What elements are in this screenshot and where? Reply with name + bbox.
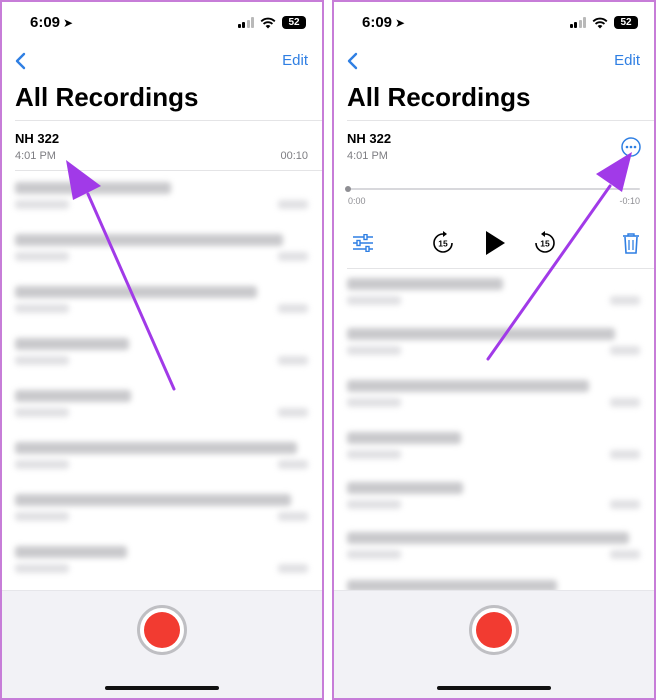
record-toolbar bbox=[2, 590, 322, 698]
status-time: 6:09 ➤ bbox=[30, 14, 73, 31]
sliders-icon[interactable] bbox=[350, 228, 376, 258]
divider bbox=[347, 120, 654, 121]
wifi-icon bbox=[260, 17, 276, 28]
recording-time: 4:01 PM bbox=[15, 150, 56, 162]
page-title: All Recordings bbox=[347, 82, 531, 112]
recording-name: NH 322 bbox=[15, 131, 60, 146]
playback-scrubber[interactable] bbox=[345, 186, 640, 192]
location-arrow-icon: ➤ bbox=[395, 16, 406, 30]
clock-text: 6:09 bbox=[362, 14, 393, 31]
nav-bar: Edit bbox=[2, 48, 322, 76]
chevron-left-icon[interactable] bbox=[12, 50, 32, 72]
recording-item-expanded[interactable]: NH 322 4:01 PM bbox=[334, 131, 654, 171]
recording-duration: 00:10 bbox=[280, 150, 308, 162]
blurred-recording-row[interactable] bbox=[347, 528, 640, 572]
remaining-time: -0:10 bbox=[619, 196, 640, 206]
blurred-recording-row[interactable] bbox=[347, 376, 640, 420]
right-screenshot: 6:09 ➤ 52 Edit All Recordings NH 322 4:01… bbox=[332, 0, 656, 700]
status-time: 6:09 ➤ bbox=[362, 14, 405, 31]
divider bbox=[347, 268, 654, 269]
location-arrow-icon: ➤ bbox=[63, 16, 74, 30]
elapsed-time: 0:00 bbox=[348, 196, 366, 206]
blurred-recording-row[interactable] bbox=[347, 428, 640, 472]
divider bbox=[15, 120, 322, 121]
record-button[interactable] bbox=[469, 605, 519, 655]
status-bar: 6:09 ➤ 52 bbox=[334, 2, 654, 46]
divider bbox=[15, 170, 322, 171]
recording-name: NH 322 bbox=[347, 131, 392, 146]
nav-bar: Edit bbox=[334, 48, 654, 76]
play-icon[interactable] bbox=[480, 228, 510, 258]
blurred-recording-row[interactable] bbox=[15, 282, 308, 326]
edit-button[interactable]: Edit bbox=[282, 52, 308, 69]
blurred-recording-row[interactable] bbox=[15, 230, 308, 274]
blurred-recording-row[interactable] bbox=[15, 490, 308, 534]
more-options-icon[interactable] bbox=[620, 136, 642, 158]
page-title: All Recordings bbox=[15, 82, 199, 112]
scrubber-knob[interactable] bbox=[345, 186, 351, 192]
trash-icon[interactable] bbox=[620, 228, 642, 258]
blurred-recording-row[interactable] bbox=[347, 274, 640, 318]
record-dot-icon bbox=[144, 612, 180, 648]
left-screenshot: 6:09 ➤ 52 Edit All Recordings NH 322 4:01… bbox=[0, 0, 324, 700]
blurred-recording-row[interactable] bbox=[15, 178, 308, 222]
svg-text:15: 15 bbox=[438, 239, 448, 249]
svg-text:15: 15 bbox=[540, 239, 550, 249]
chevron-left-icon[interactable] bbox=[344, 50, 364, 72]
recording-time: 4:01 PM bbox=[347, 150, 388, 162]
battery-icon: 52 bbox=[614, 16, 638, 29]
skip-back-15-icon[interactable]: 15 bbox=[430, 228, 456, 258]
record-dot-icon bbox=[476, 612, 512, 648]
blurred-recording-row[interactable] bbox=[15, 334, 308, 378]
cellular-signal-icon bbox=[237, 17, 254, 28]
blurred-recording-row[interactable] bbox=[15, 438, 308, 482]
home-indicator bbox=[105, 686, 219, 690]
edit-button[interactable]: Edit bbox=[614, 52, 640, 69]
blurred-recording-row[interactable] bbox=[15, 542, 308, 586]
skip-forward-15-icon[interactable]: 15 bbox=[532, 228, 558, 258]
status-bar: 6:09 ➤ 52 bbox=[2, 2, 322, 46]
cellular-signal-icon bbox=[569, 17, 586, 28]
wifi-icon bbox=[592, 17, 608, 28]
battery-icon: 52 bbox=[282, 16, 306, 29]
status-icons: 52 bbox=[569, 16, 638, 29]
blurred-recording-row[interactable] bbox=[347, 478, 640, 522]
blurred-recording-row[interactable] bbox=[347, 324, 640, 368]
home-indicator bbox=[437, 686, 551, 690]
playback-controls: 15 15 bbox=[334, 228, 654, 258]
clock-text: 6:09 bbox=[30, 14, 61, 31]
blurred-recording-row[interactable] bbox=[15, 386, 308, 430]
recording-item-selected[interactable]: NH 322 4:01 PM 00:10 bbox=[2, 131, 322, 171]
status-icons: 52 bbox=[237, 16, 306, 29]
record-button[interactable] bbox=[137, 605, 187, 655]
record-toolbar bbox=[334, 590, 654, 698]
